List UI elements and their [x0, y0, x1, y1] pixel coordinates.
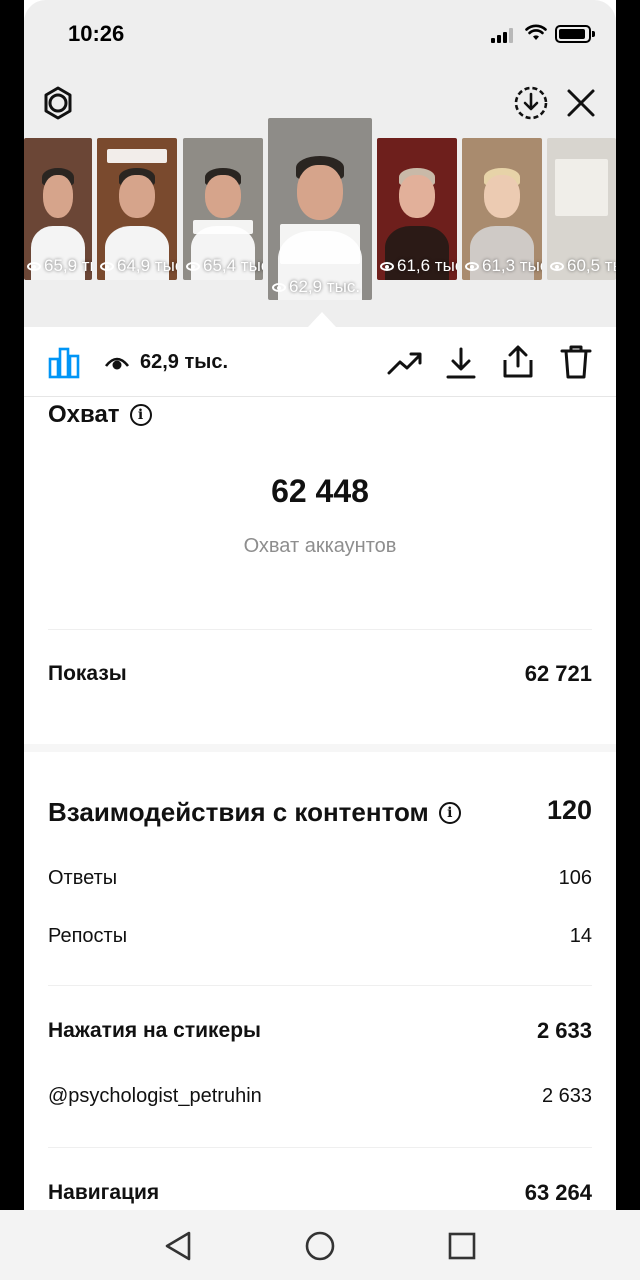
story-archive-header: 10:26 65,9 т 64,9 ты 65,4 ты 62,9 тыс. 6…	[24, 0, 616, 327]
reposts-label: Репосты	[48, 925, 128, 947]
recents-square-icon[interactable]	[444, 1228, 480, 1264]
share-icon[interactable]	[500, 344, 536, 380]
thumbnail-views: 65,9 тыс.	[44, 256, 92, 275]
section-separator	[24, 744, 616, 752]
thumbnail-views: 61,6 тыс.	[397, 256, 457, 275]
story-thumbnail[interactable]: 64,9 тыс.	[97, 138, 177, 280]
sticker-mention-label: @psychologist_petruhin	[48, 1085, 262, 1107]
eye-icon	[100, 261, 114, 271]
reach-section-title: Охват i	[48, 401, 152, 429]
status-bar: 10:26	[24, 0, 616, 70]
thumbnail-views: 61,3 тыс.	[482, 256, 542, 275]
battery-icon	[555, 25, 595, 43]
settings-gear-icon[interactable]	[40, 85, 76, 121]
eye-icon	[272, 282, 286, 292]
replies-value: 106	[558, 867, 592, 889]
story-views[interactable]: 62,9 тыс.	[104, 351, 228, 374]
selected-pointer	[308, 312, 336, 327]
reach-label: Охват аккаунтов	[243, 535, 397, 557]
eye-icon	[465, 261, 479, 271]
interactions-value: 120	[546, 795, 592, 825]
sticker-mention-value: 2 633	[541, 1085, 592, 1107]
home-circle-icon[interactable]	[301, 1227, 339, 1265]
divider	[48, 1147, 592, 1148]
story-thumbnail[interactable]: 60,5 тыс.	[547, 138, 616, 280]
trending-up-icon[interactable]	[386, 347, 424, 379]
app-screen: 10:26 65,9 т 64,9 ты 65,4 ты 62,9 тыс. 6…	[24, 0, 616, 1210]
sticker-taps-label: Нажатия на стикеры	[48, 1019, 261, 1042]
back-triangle-icon[interactable]	[160, 1228, 196, 1264]
interactions-title: Взаимодействия с контентом	[48, 797, 429, 827]
divider	[48, 985, 592, 986]
story-toolbar: 62,9 тыс.	[24, 327, 616, 397]
replies-label: Ответы	[48, 867, 118, 889]
thumbnail-views: 60,5 тыс.	[567, 256, 616, 275]
download-circle-icon[interactable]	[512, 84, 550, 122]
story-views-count: 62,9 тыс.	[140, 351, 229, 373]
eye-icon	[186, 261, 200, 271]
reach-title: Охват	[48, 401, 120, 428]
interactions-section-title: Взаимодействия с контентом i	[48, 797, 461, 828]
reach-value: 62 448	[271, 473, 369, 509]
thumbnail-views: 62,9 тыс.	[289, 277, 361, 296]
insights-bar-chart-icon[interactable]	[46, 345, 82, 381]
signal-icon	[491, 28, 517, 43]
wifi-icon	[525, 24, 547, 40]
navigation-label: Навигация	[48, 1181, 160, 1204]
story-thumbnails-strip: 65,9 тыс. 64,9 тыс. 65,4 тыс. 62,9 тыс. …	[24, 118, 616, 302]
eye-icon	[550, 261, 564, 271]
system-navigation-bar	[0, 1210, 640, 1280]
status-time: 10:26	[68, 21, 125, 46]
eye-icon	[104, 357, 130, 369]
close-icon[interactable]	[564, 86, 598, 120]
trash-icon[interactable]	[558, 344, 594, 380]
story-thumbnail-selected[interactable]: 62,9 тыс.	[268, 118, 372, 300]
sticker-taps-value: 2 633	[536, 1018, 592, 1043]
thumbnail-views: 64,9 тыс.	[117, 256, 177, 275]
divider	[48, 629, 592, 630]
eye-icon	[380, 261, 394, 271]
impressions-label: Показы	[48, 662, 127, 685]
story-thumbnail[interactable]: 61,3 тыс.	[462, 138, 542, 280]
info-icon[interactable]: i	[438, 801, 461, 824]
story-thumbnail[interactable]: 65,9 тыс.	[24, 138, 92, 280]
thumbnail-views: 65,4 тыс.	[203, 256, 263, 275]
navigation-value: 63 264	[524, 1180, 592, 1205]
info-icon[interactable]: i	[129, 404, 152, 426]
reposts-value: 14	[569, 925, 592, 947]
story-thumbnail[interactable]: 61,6 тыс.	[377, 138, 457, 280]
impressions-value: 62 721	[524, 661, 592, 686]
download-icon[interactable]	[443, 345, 479, 381]
story-thumbnail[interactable]: 65,4 тыс.	[183, 138, 263, 280]
eye-icon	[27, 261, 41, 271]
